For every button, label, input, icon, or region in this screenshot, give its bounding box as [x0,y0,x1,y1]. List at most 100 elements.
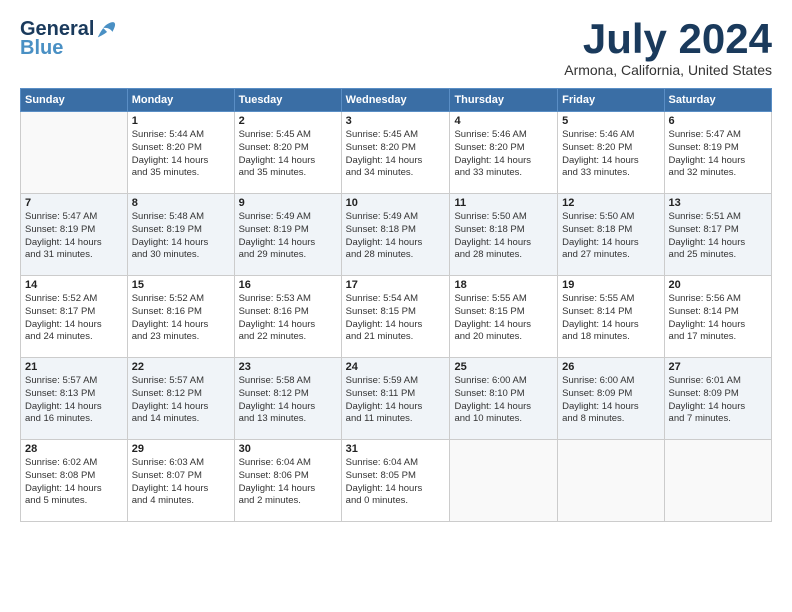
day-number: 24 [346,361,446,373]
calendar-cell: 26 Sunrise: 6:00 AM Sunset: 8:09 PM Dayli… [558,358,664,440]
day-number: 19 [562,279,659,291]
day-info: Sunrise: 5:47 AM Sunset: 8:19 PM Dayligh… [669,129,767,180]
calendar-cell [558,440,664,522]
calendar-cell: 6 Sunrise: 5:47 AM Sunset: 8:19 PM Daylig… [664,112,771,194]
day-info: Sunrise: 5:55 AM Sunset: 8:14 PM Dayligh… [562,293,659,344]
col-tuesday: Tuesday [234,89,341,112]
calendar-cell: 7 Sunrise: 5:47 AM Sunset: 8:19 PM Daylig… [21,194,128,276]
day-number: 22 [132,361,230,373]
day-info: Sunrise: 5:49 AM Sunset: 8:18 PM Dayligh… [346,211,446,262]
day-number: 6 [669,115,767,127]
calendar-cell: 5 Sunrise: 5:46 AM Sunset: 8:20 PM Daylig… [558,112,664,194]
calendar-cell: 22 Sunrise: 5:57 AM Sunset: 8:12 PM Dayli… [127,358,234,440]
col-saturday: Saturday [664,89,771,112]
calendar-cell: 17Sunrise: 5:54 AM Sunset: 8:15 PM Dayli… [341,276,450,358]
day-info: Sunrise: 5:53 AM Sunset: 8:16 PM Dayligh… [239,293,337,344]
day-info: Sunrise: 6:00 AM Sunset: 8:09 PM Dayligh… [562,375,659,426]
calendar-cell: 21 Sunrise: 5:57 AM Sunset: 8:13 PM Dayli… [21,358,128,440]
day-info: Sunrise: 5:46 AM Sunset: 8:20 PM Dayligh… [562,129,659,180]
day-number: 18 [454,279,553,291]
calendar-cell: 12Sunrise: 5:50 AM Sunset: 8:18 PM Dayli… [558,194,664,276]
calendar-cell: 10 Sunrise: 5:49 AM Sunset: 8:18 PM Dayli… [341,194,450,276]
calendar-cell: 20 Sunrise: 5:56 AM Sunset: 8:14 PM Dayli… [664,276,771,358]
day-info: Sunrise: 5:57 AM Sunset: 8:13 PM Dayligh… [25,375,123,426]
day-number: 4 [454,115,553,127]
day-number: 29 [132,443,230,455]
calendar-cell: 13 Sunrise: 5:51 AM Sunset: 8:17 PM Dayli… [664,194,771,276]
calendar-cell: 15 Sunrise: 5:52 AM Sunset: 8:16 PM Dayli… [127,276,234,358]
calendar-cell [450,440,558,522]
calendar-cell: 2Sunrise: 5:45 AM Sunset: 8:20 PM Daylig… [234,112,341,194]
calendar-cell: 23 Sunrise: 5:58 AM Sunset: 8:12 PM Dayli… [234,358,341,440]
day-info: Sunrise: 5:44 AM Sunset: 8:20 PM Dayligh… [132,129,230,180]
calendar-cell: 4 Sunrise: 5:46 AM Sunset: 8:20 PM Daylig… [450,112,558,194]
page: General Blue July 2024 Armona, Californi… [0,0,792,612]
logo-blue: Blue [20,37,63,60]
calendar-week-row: 7 Sunrise: 5:47 AM Sunset: 8:19 PM Daylig… [21,194,772,276]
day-info: Sunrise: 5:49 AM Sunset: 8:19 PM Dayligh… [239,211,337,262]
col-sunday: Sunday [21,89,128,112]
col-thursday: Thursday [450,89,558,112]
day-number: 7 [25,197,123,209]
day-number: 10 [346,197,446,209]
header: General Blue July 2024 Armona, Californi… [20,18,772,78]
logo: General Blue [20,18,118,60]
day-info: Sunrise: 6:01 AM Sunset: 8:09 PM Dayligh… [669,375,767,426]
calendar-cell [21,112,128,194]
calendar-cell: 14 Sunrise: 5:52 AM Sunset: 8:17 PM Dayli… [21,276,128,358]
calendar-cell: 8 Sunrise: 5:48 AM Sunset: 8:19 PM Daylig… [127,194,234,276]
day-info: Sunrise: 5:58 AM Sunset: 8:12 PM Dayligh… [239,375,337,426]
calendar-week-row: 21 Sunrise: 5:57 AM Sunset: 8:13 PM Dayli… [21,358,772,440]
day-number: 5 [562,115,659,127]
calendar-cell: 30Sunrise: 6:04 AM Sunset: 8:06 PM Dayli… [234,440,341,522]
day-number: 23 [239,361,337,373]
day-info: Sunrise: 5:47 AM Sunset: 8:19 PM Dayligh… [25,211,123,262]
day-info: Sunrise: 5:51 AM Sunset: 8:17 PM Dayligh… [669,211,767,262]
calendar-cell: 19 Sunrise: 5:55 AM Sunset: 8:14 PM Dayli… [558,276,664,358]
day-number: 15 [132,279,230,291]
day-info: Sunrise: 5:50 AM Sunset: 8:18 PM Dayligh… [562,211,659,262]
day-info: Sunrise: 5:56 AM Sunset: 8:14 PM Dayligh… [669,293,767,344]
location: Armona, California, United States [564,62,772,78]
calendar-cell: 16 Sunrise: 5:53 AM Sunset: 8:16 PM Dayli… [234,276,341,358]
calendar-cell: 29Sunrise: 6:03 AM Sunset: 8:07 PM Dayli… [127,440,234,522]
day-number: 28 [25,443,123,455]
day-info: Sunrise: 5:45 AM Sunset: 8:20 PM Dayligh… [239,129,337,180]
calendar-cell: 31 Sunrise: 6:04 AM Sunset: 8:05 PM Dayli… [341,440,450,522]
col-friday: Friday [558,89,664,112]
day-info: Sunrise: 5:57 AM Sunset: 8:12 PM Dayligh… [132,375,230,426]
day-info: Sunrise: 6:04 AM Sunset: 8:05 PM Dayligh… [346,457,446,508]
day-number: 17 [346,279,446,291]
day-info: Sunrise: 5:52 AM Sunset: 8:16 PM Dayligh… [132,293,230,344]
calendar-cell: 9Sunrise: 5:49 AM Sunset: 8:19 PM Daylig… [234,194,341,276]
calendar-cell: 28 Sunrise: 6:02 AM Sunset: 8:08 PM Dayli… [21,440,128,522]
day-number: 1 [132,115,230,127]
day-info: Sunrise: 5:46 AM Sunset: 8:20 PM Dayligh… [454,129,553,180]
day-info: Sunrise: 6:00 AM Sunset: 8:10 PM Dayligh… [454,375,553,426]
day-info: Sunrise: 5:45 AM Sunset: 8:20 PM Dayligh… [346,129,446,180]
calendar-cell: 18 Sunrise: 5:55 AM Sunset: 8:15 PM Dayli… [450,276,558,358]
day-info: Sunrise: 5:55 AM Sunset: 8:15 PM Dayligh… [454,293,553,344]
day-number: 26 [562,361,659,373]
calendar-week-row: 14 Sunrise: 5:52 AM Sunset: 8:17 PM Dayli… [21,276,772,358]
calendar-cell: 11Sunrise: 5:50 AM Sunset: 8:18 PM Dayli… [450,194,558,276]
day-info: Sunrise: 6:02 AM Sunset: 8:08 PM Dayligh… [25,457,123,508]
day-number: 8 [132,197,230,209]
calendar-cell [664,440,771,522]
day-number: 31 [346,443,446,455]
col-wednesday: Wednesday [341,89,450,112]
day-number: 14 [25,279,123,291]
calendar-cell: 24Sunrise: 5:59 AM Sunset: 8:11 PM Dayli… [341,358,450,440]
day-number: 16 [239,279,337,291]
day-number: 30 [239,443,337,455]
day-info: Sunrise: 5:48 AM Sunset: 8:19 PM Dayligh… [132,211,230,262]
day-number: 21 [25,361,123,373]
calendar-cell: 1 Sunrise: 5:44 AM Sunset: 8:20 PM Daylig… [127,112,234,194]
day-number: 25 [454,361,553,373]
day-info: Sunrise: 5:52 AM Sunset: 8:17 PM Dayligh… [25,293,123,344]
day-number: 20 [669,279,767,291]
calendar-cell: 25 Sunrise: 6:00 AM Sunset: 8:10 PM Dayli… [450,358,558,440]
logo-bird-icon [96,19,118,41]
calendar-week-row: 1 Sunrise: 5:44 AM Sunset: 8:20 PM Daylig… [21,112,772,194]
day-number: 13 [669,197,767,209]
